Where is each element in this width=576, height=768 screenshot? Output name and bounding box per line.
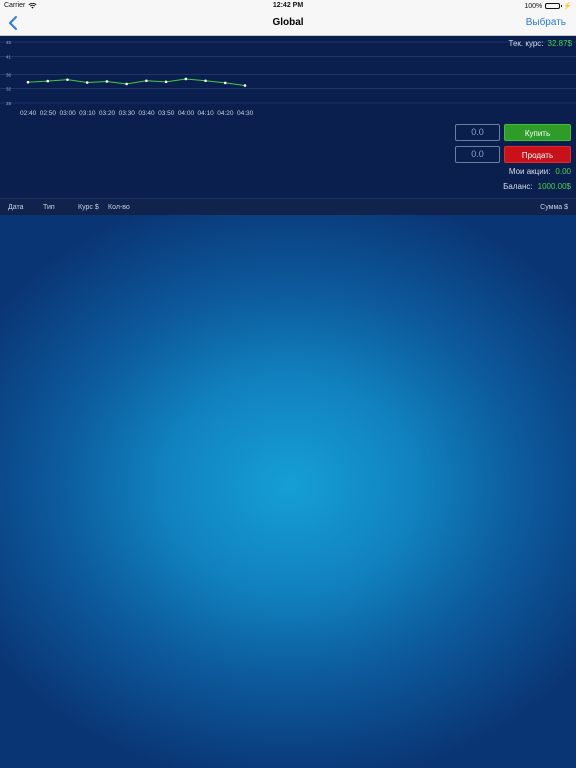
my-shares-label: Мои акции: (508, 167, 551, 176)
x-tick-label: 03:10 (79, 110, 96, 117)
column-type: Тип (43, 204, 55, 211)
y-tick-label: 41 (6, 54, 12, 59)
price-series-line (27, 78, 246, 87)
x-tick-label: 03:20 (99, 110, 116, 117)
price-point (26, 80, 30, 84)
x-tick-label: 02:50 (40, 110, 57, 117)
buy-amount-input[interactable]: 0.0 (455, 124, 500, 141)
column-rate: Курс $ (78, 204, 99, 211)
balance-value: 1000.00$ (537, 182, 571, 191)
price-point (243, 84, 247, 87)
x-tick-label: 02:40 (20, 110, 37, 117)
column-sum: Сумма $ (540, 204, 568, 211)
clock: 12:42 PM (272, 2, 304, 9)
price-point (223, 81, 227, 85)
status-bar: Carrier 12:42 PM 100% ⚡ (0, 0, 576, 11)
price-point (204, 79, 207, 83)
x-tick-label: 04:30 (237, 110, 254, 117)
page-title: Global (272, 17, 304, 28)
navigation-bar: Global Выбрать (0, 11, 576, 36)
y-tick-label: 36 (6, 72, 12, 77)
select-button[interactable]: Выбрать (526, 17, 566, 28)
current-rate-value: 32.87$ (547, 39, 572, 48)
x-tick-label: 04:00 (178, 110, 195, 117)
column-date: Дата (8, 204, 24, 211)
column-quantity: Кол-во (108, 204, 130, 211)
my-shares: Мои акции: 0.00 (509, 167, 571, 176)
x-tick-label: 04:10 (198, 110, 215, 117)
buy-button[interactable]: Купить (504, 124, 571, 141)
transactions-list[interactable] (0, 215, 576, 768)
price-point (125, 82, 128, 86)
current-rate: Тек. курс: 32.87$ (509, 39, 572, 48)
price-point (105, 80, 109, 83)
price-point (164, 80, 168, 84)
price-point (46, 79, 50, 83)
x-tick-label: 03:30 (119, 110, 136, 117)
charging-icon: ⚡ (563, 3, 572, 10)
y-tick-label: 45 (6, 40, 12, 45)
sell-amount-input[interactable]: 0.0 (455, 146, 500, 163)
price-point (145, 79, 148, 83)
x-tick-label: 03:40 (138, 110, 155, 117)
trading-panel: 28 32 36 41 45 02:40 02:50 03:00 03:10 03:20 03:30… (0, 36, 576, 198)
y-tick-label: 28 (6, 101, 12, 106)
transactions-table-header: Дата Тип Курс $ Кол-во Сумма $ (0, 198, 576, 215)
my-shares-value: 0.00 (555, 167, 571, 176)
sell-button[interactable]: Продать (504, 146, 571, 163)
current-rate-label: Тек. курс: (508, 39, 544, 48)
price-point (85, 81, 89, 84)
price-point (66, 78, 69, 81)
x-tick-label: 03:50 (158, 110, 175, 117)
battery-percent: 100% (524, 2, 543, 10)
x-tick-label: 04:20 (217, 110, 234, 117)
battery-area: 100% ⚡ (524, 2, 572, 11)
y-tick-label: 32 (6, 87, 12, 92)
price-chart: 28 32 36 41 45 02:40 02:50 03:00 03:10 03:20 03:30… (0, 40, 576, 117)
price-point (184, 77, 188, 81)
balance-label: Баланс: (503, 182, 533, 191)
x-tick-label: 03:00 (59, 110, 76, 117)
balance: Баланс: 1000.00$ (503, 182, 571, 191)
battery-icon (545, 3, 563, 9)
